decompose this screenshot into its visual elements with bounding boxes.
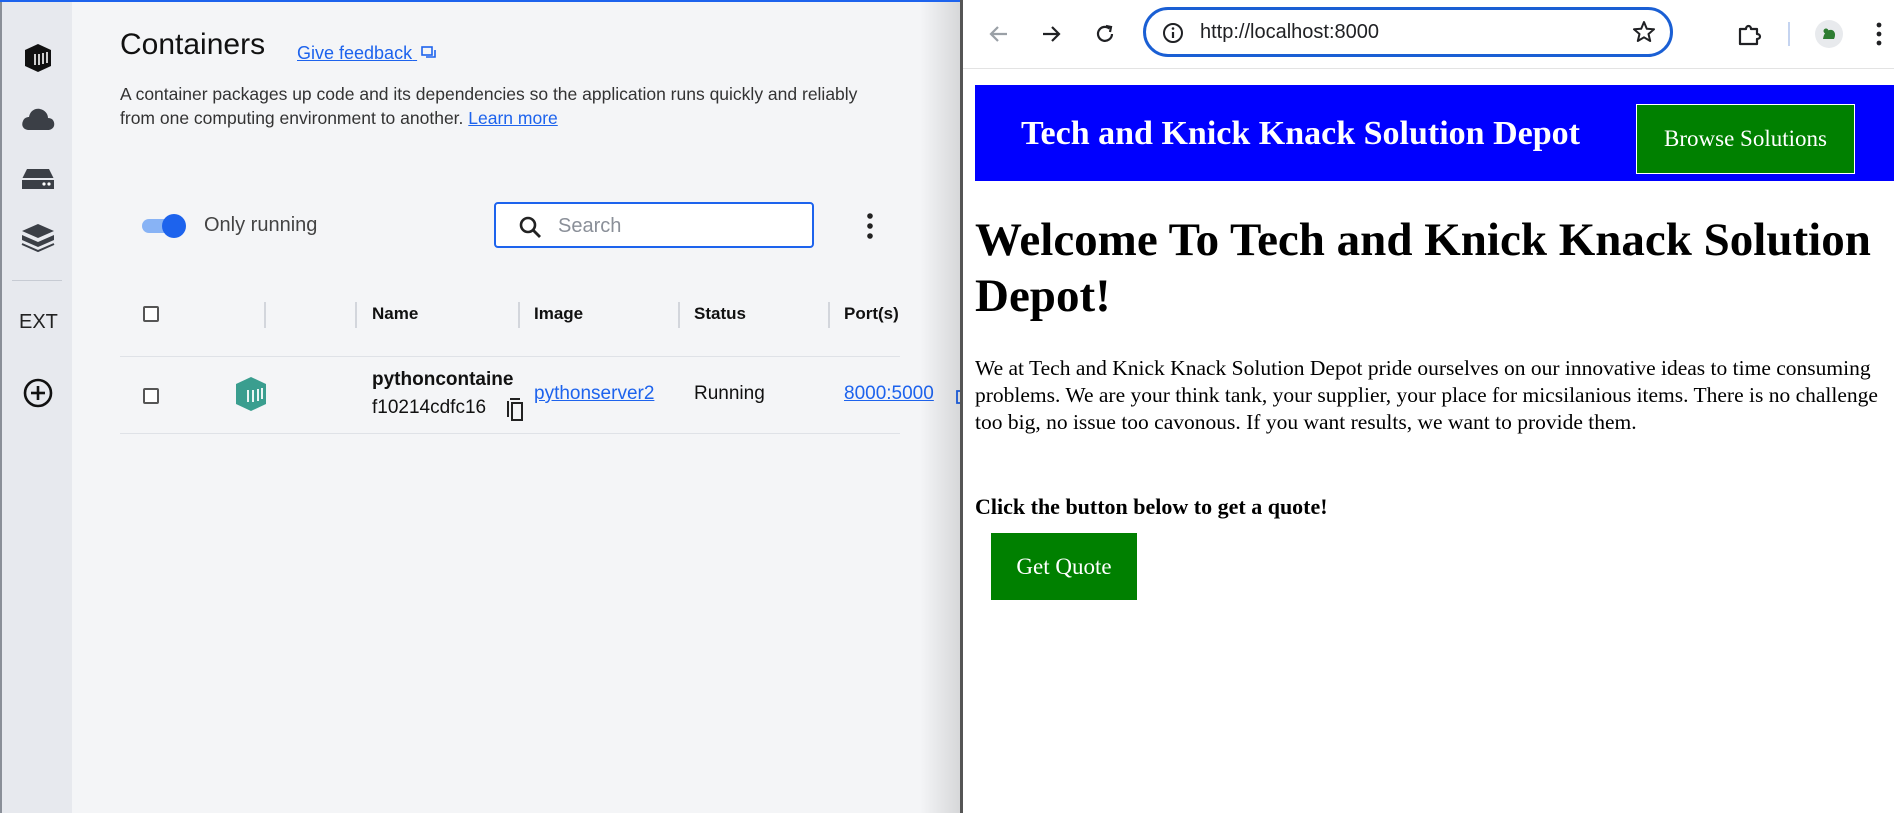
toolbar-divider <box>1788 22 1790 46</box>
column-separator[interactable] <box>678 302 680 328</box>
builds-icon[interactable] <box>20 220 56 256</box>
more-options-icon[interactable] <box>858 210 882 242</box>
browse-solutions-button[interactable]: Browse Solutions <box>1636 104 1855 174</box>
intro-paragraph: We at Tech and Knick Knack Solution Depo… <box>975 356 1878 434</box>
back-icon[interactable] <box>983 18 1015 50</box>
quote-prompt: Click the button below to get a quote! <box>975 494 1328 519</box>
column-header-status[interactable]: Status <box>694 304 746 324</box>
column-header-ports[interactable]: Port(s) <box>844 304 899 324</box>
container-id: f10214cdfc16 <box>372 397 487 418</box>
copy-icon[interactable] <box>506 397 524 421</box>
table-header: Name Image Status Port(s) <box>120 298 900 330</box>
sidebar-divider <box>12 280 62 281</box>
feedback-icon <box>421 46 436 58</box>
site-info-icon[interactable] <box>1162 22 1184 44</box>
only-running-label: Only running <box>204 214 318 236</box>
browser-toolbar: http://localhost:8000 <box>963 0 1894 69</box>
containers-icon[interactable] <box>20 40 56 76</box>
row-checkbox[interactable] <box>143 388 159 404</box>
profile-avatar-icon[interactable] <box>1813 18 1845 50</box>
volumes-icon[interactable] <box>20 161 56 197</box>
search-box[interactable] <box>494 202 814 248</box>
sidebar-rail: EXT <box>0 2 72 813</box>
search-input[interactable] <box>556 212 800 240</box>
browser-window: http://localhost:8000 Tech and Knick Kna… <box>960 0 1894 813</box>
url-text[interactable]: http://localhost:8000 <box>1200 21 1379 44</box>
image-link[interactable]: pythonserver2 <box>534 383 654 405</box>
forward-icon[interactable] <box>1035 18 1067 50</box>
column-header-name[interactable]: Name <box>372 304 418 324</box>
page-title: Containers <box>120 28 266 61</box>
column-separator[interactable] <box>518 302 520 328</box>
reload-icon[interactable] <box>1089 18 1121 50</box>
page-description: A container packages up code and its dep… <box>120 82 880 130</box>
status-text: Running <box>694 383 765 404</box>
column-separator[interactable] <box>264 302 266 328</box>
window-edge-shadow <box>920 2 960 813</box>
column-header-image[interactable]: Image <box>534 304 583 324</box>
toggle-knob <box>162 214 186 238</box>
get-quote-button[interactable]: Get Quote <box>991 533 1137 600</box>
table-row[interactable]: pythoncontaine f10214cdfc16 pythonserver… <box>120 356 960 434</box>
site-banner: Tech and Knick Knack Solution Depot Brow… <box>975 85 1894 181</box>
containers-view: Containers Give feedback A container pac… <box>72 2 960 813</box>
search-icon <box>519 216 541 238</box>
banner-title: Tech and Knick Knack Solution Depot <box>1021 115 1580 152</box>
extensions-label[interactable]: EXT <box>19 311 58 334</box>
chrome-menu-icon[interactable] <box>1863 18 1894 50</box>
learn-more-link[interactable]: Learn more <box>468 108 558 128</box>
column-separator[interactable] <box>828 302 830 328</box>
select-all-checkbox[interactable] <box>143 306 159 322</box>
give-feedback-link[interactable]: Give feedback <box>297 43 437 64</box>
bookmark-star-icon[interactable] <box>1632 20 1656 44</box>
only-running-toggle[interactable] <box>142 214 186 238</box>
docker-desktop-window: EXT Containers Give feedback A container… <box>0 0 960 813</box>
cloud-icon[interactable] <box>20 101 56 137</box>
column-separator[interactable] <box>355 302 357 328</box>
container-icon <box>236 377 266 411</box>
container-name[interactable]: pythoncontaine <box>372 369 522 391</box>
extensions-icon[interactable] <box>1733 18 1765 50</box>
address-bar[interactable]: http://localhost:8000 <box>1143 7 1673 57</box>
page-heading: Welcome To Tech and Knick Knack Solution… <box>975 214 1871 322</box>
give-feedback-label[interactable]: Give feedback <box>297 43 412 63</box>
add-extension-icon[interactable] <box>20 375 56 411</box>
